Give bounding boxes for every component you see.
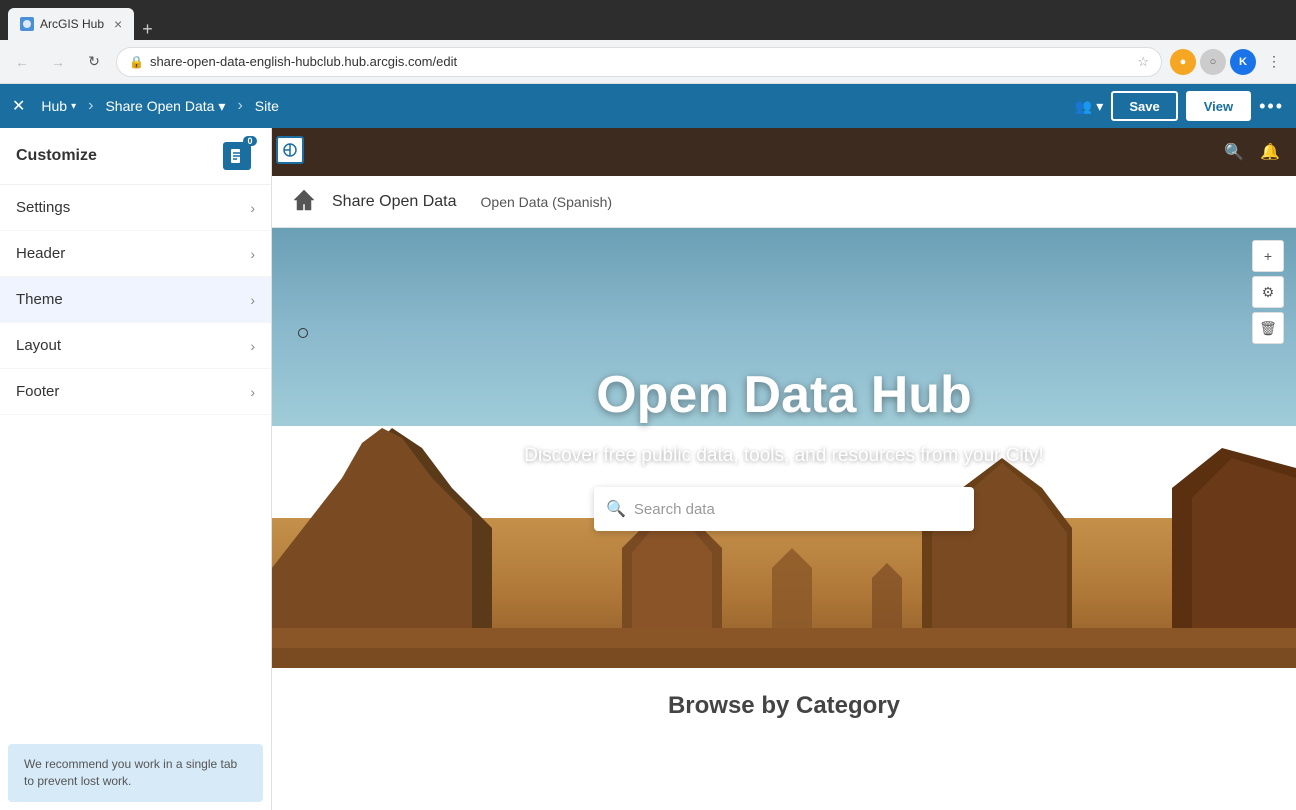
site-label: Site [255,98,279,114]
header-label: Header [16,245,65,262]
save-button[interactable]: Save [1111,91,1177,121]
layout-label: Layout [16,337,61,354]
app-header: ✕ Hub ▾ › Share Open Data ▾ › Site 👥 ▾ S… [0,84,1296,128]
close-button[interactable]: ✕ [12,96,25,116]
app-header-right: 👥 ▾ Save View ••• [1075,91,1284,121]
view-button[interactable]: View [1186,91,1251,121]
browser-tabs: ArcGIS Hub × + [8,0,161,40]
settings-label: Settings [16,199,70,216]
sidebar-item-settings[interactable]: Settings › [0,185,271,231]
footer-notice-text: We recommend you work in a single tab to… [24,757,237,788]
hero-subtitle: Discover free public data, tools, and re… [524,445,1044,467]
site-breadcrumb[interactable]: Site [255,98,279,114]
sidebar-item-footer[interactable]: Footer › [0,369,271,415]
hero-title: Open Data Hub [596,365,972,425]
collab-icon: 👥 [1075,98,1092,115]
doc-badge: 0 [243,136,257,146]
collab-dropdown: ▾ [1096,98,1103,115]
share-open-data-breadcrumb[interactable]: Share Open Data ▾ [105,98,225,115]
footer-chevron: › [250,384,255,400]
navbar-bell-icon[interactable]: 🔔 [1260,142,1280,162]
theme-label: Theme [16,291,63,308]
tab-favicon [20,17,34,31]
navbar-search-icon[interactable]: 🔍 [1224,142,1244,162]
content-area: ☰ 🔍 🔔 Share Open Data Open Data (Spanish… [272,128,1296,810]
sidebar-item-layout[interactable]: Layout › [0,323,271,369]
customize-title: Customize [16,147,97,165]
site-name: Share Open Data [332,193,457,211]
app-header-left: ✕ Hub ▾ › Share Open Data ▾ › Site [12,96,1075,116]
share-open-data-label: Share Open Data [105,98,214,114]
site-navbar-right: 🔍 🔔 [1224,142,1280,162]
tab-label: ArcGIS Hub [40,17,104,31]
theme-toggle-btn[interactable] [276,136,304,164]
address-bar[interactable]: 🔒 share-open-data-english-hubclub.hub.ar… [116,47,1162,77]
browser-actions: ● ○ K ⋮ [1170,48,1288,76]
footer-label: Footer [16,383,59,400]
site-logo [288,186,320,218]
site-header: Share Open Data Open Data (Spanish) [272,176,1296,228]
hub-nav-item[interactable]: Hub ▾ [41,98,76,114]
lock-icon: 🔒 [129,55,144,69]
main-layout: Customize 0 Settings › Header › Theme › … [0,128,1296,810]
bookmark-icon[interactable]: ☆ [1137,54,1149,70]
hero-section: + ⚙ 🗑 Open Data Hub Discover free public… [272,228,1296,668]
sidebar-item-theme[interactable]: Theme › [0,277,271,323]
new-tab-btn[interactable]: + [134,19,161,40]
browser-chrome: ArcGIS Hub × + [0,0,1296,40]
sidebar-footer-notice: We recommend you work in a single tab to… [8,744,263,802]
browse-title: Browse by Category [288,692,1280,720]
sidebar-item-header[interactable]: Header › [0,231,271,277]
theme-chevron: › [250,292,255,308]
sidebar-header: Customize 0 [0,128,271,185]
hero-search-placeholder: Search data [634,501,962,518]
address-bar-row: ← → ↻ 🔒 share-open-data-english-hubclub.… [0,40,1296,84]
hero-search-bar[interactable]: 🔍 Search data [594,487,974,531]
more-button[interactable]: ••• [1259,96,1284,117]
profile-circle: ○ [1200,49,1226,75]
forward-button[interactable]: → [44,48,72,76]
tab-close-btn[interactable]: × [114,16,122,32]
hub-label: Hub [41,98,67,114]
share-dropdown-icon: ▾ [218,98,225,115]
collab-button[interactable]: 👥 ▾ [1075,98,1103,115]
hero-overlay: Open Data Hub Discover free public data,… [272,228,1296,668]
browser-menu-btn[interactable]: ⋮ [1260,48,1288,76]
back-button[interactable]: ← [8,48,36,76]
refresh-button[interactable]: ↻ [80,48,108,76]
header-chevron: › [250,246,255,262]
settings-chevron: › [250,200,255,216]
site-navbar: ☰ 🔍 🔔 [272,128,1296,176]
user-avatar-orange: ● [1170,49,1196,75]
layout-chevron: › [250,338,255,354]
sidebar: Customize 0 Settings › Header › Theme › … [0,128,272,810]
user-avatar-blue: K [1230,49,1256,75]
breadcrumb-sep-1: › [88,97,93,115]
hub-dropdown-icon: ▾ [71,101,76,112]
browse-section: Browse by Category [272,668,1296,736]
doc-icon[interactable]: 0 [223,142,251,170]
url-text: share-open-data-english-hubclub.hub.arcg… [150,54,1131,69]
breadcrumb-sep-2: › [237,97,242,115]
active-tab[interactable]: ArcGIS Hub × [8,8,134,40]
site-nav-spanish[interactable]: Open Data (Spanish) [481,194,613,210]
hero-search-icon: 🔍 [606,499,626,519]
